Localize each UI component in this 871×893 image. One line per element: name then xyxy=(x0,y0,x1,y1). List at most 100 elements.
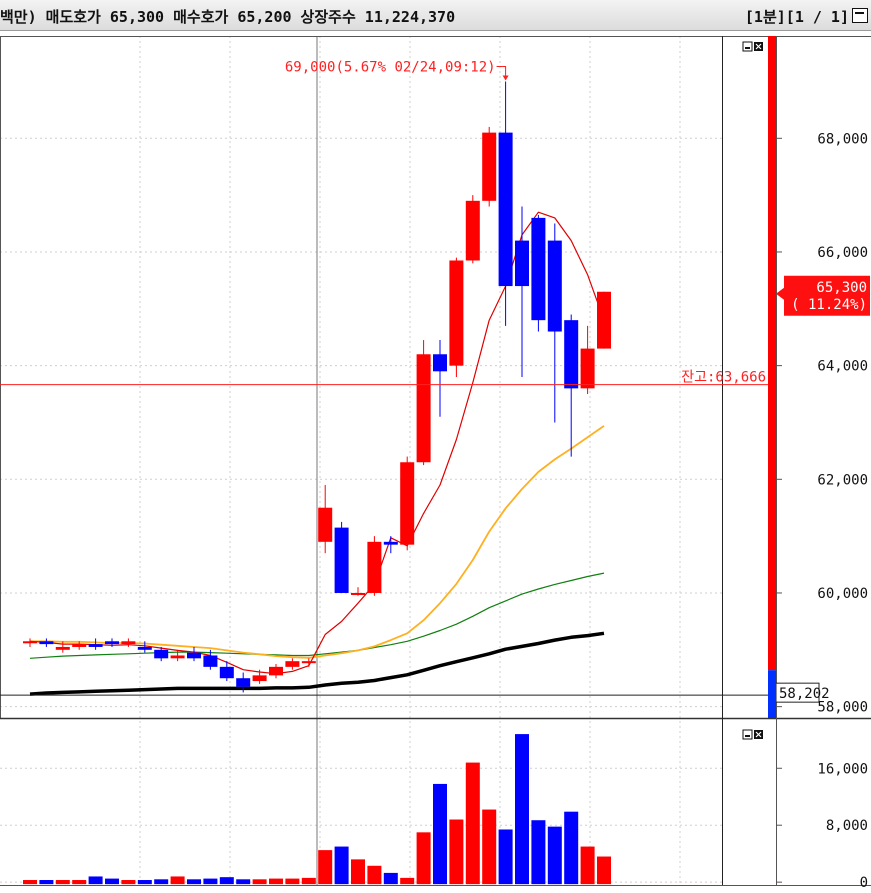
volume-bar xyxy=(383,872,398,885)
volume-bar xyxy=(482,809,497,885)
candle-body xyxy=(367,541,382,593)
candle-body xyxy=(531,217,546,321)
price-tick-label: 66,000 xyxy=(817,245,868,261)
volume-bar xyxy=(367,865,382,885)
price-tick-label: 60,000 xyxy=(817,586,868,602)
price-panel-minimize-icon xyxy=(742,41,753,52)
volume-bar xyxy=(121,880,136,885)
candle-body xyxy=(88,644,103,647)
balance-label: 잔고:63,666 xyxy=(681,370,766,386)
quote-info-text: 백만) 매도호가 65,300 매수호가 65,200 상장주수 11,224,… xyxy=(0,8,456,26)
volume-bar xyxy=(400,877,415,885)
price-axis: 68,000 66,000 64,000 62,000 60,000 58,000 16,0… xyxy=(776,131,868,891)
period-page-indicator[interactable]: [1분][1 / 1] xyxy=(745,6,849,27)
candle-body xyxy=(121,641,136,645)
minimize-glyph xyxy=(745,735,750,737)
candle-body xyxy=(564,320,579,389)
minimize-glyph xyxy=(745,47,750,49)
candle-body xyxy=(137,646,152,650)
volume-bar xyxy=(433,783,447,885)
current-price-label: 65,300 xyxy=(816,280,867,296)
volume-tick-label: 8,000 xyxy=(826,818,868,834)
volume-bar xyxy=(564,811,579,885)
max-annotation-arrowhead xyxy=(502,75,509,81)
candle-body xyxy=(219,666,234,679)
volume-bar xyxy=(285,878,300,885)
volume-bar xyxy=(252,879,267,885)
chart-frame xyxy=(0,36,871,886)
candle-body xyxy=(236,678,251,687)
chart-overlay: 잔고:63,66669,000(5.67% 02/24,09:12)58,202… xyxy=(0,36,870,740)
volume-bar xyxy=(39,880,54,885)
volume-bar xyxy=(416,832,431,885)
max-price-annotation: 69,000(5.67% 02/24,09:12) xyxy=(285,59,496,75)
volume-bar xyxy=(351,859,365,885)
candle-body xyxy=(203,655,218,667)
volume-bar xyxy=(515,734,529,885)
volume-bar xyxy=(597,856,611,885)
candle-body xyxy=(55,646,70,650)
volume-bar xyxy=(498,829,513,885)
candle-body xyxy=(269,666,283,676)
candle-body xyxy=(72,644,87,647)
volume-bar xyxy=(105,878,119,885)
candle-body xyxy=(597,291,611,349)
candle-body xyxy=(433,354,447,372)
price-tick-label: 62,000 xyxy=(817,472,868,488)
volume-bar xyxy=(219,877,234,885)
price-tick-label: 68,000 xyxy=(817,131,868,147)
volume-bar xyxy=(55,880,70,885)
candle-body xyxy=(285,661,300,667)
candle-body xyxy=(301,661,316,664)
volume-bar xyxy=(580,846,595,885)
candle-body xyxy=(416,354,431,463)
volume-bar xyxy=(269,878,283,885)
candle-body xyxy=(23,641,37,644)
volume-bar xyxy=(88,876,103,885)
price-tick-label: 58,000 xyxy=(817,700,868,716)
candle-body xyxy=(400,462,415,545)
chart-header-bar: 백만) 매도호가 65,300 매수호가 65,200 상장주수 11,224,… xyxy=(0,0,871,31)
candle-body xyxy=(465,200,480,261)
candle-body xyxy=(170,655,185,659)
volume-bar xyxy=(236,879,251,885)
volume-bar xyxy=(465,762,480,885)
volume-bar xyxy=(187,879,201,885)
volume-bar xyxy=(23,880,37,885)
volume-bar xyxy=(318,850,333,885)
candle-body xyxy=(498,132,513,287)
volume-bar xyxy=(334,846,349,885)
volume-bar xyxy=(547,826,562,885)
volume-tick-label: 16,000 xyxy=(817,761,868,777)
candle-body xyxy=(252,675,267,682)
candle-body xyxy=(105,641,119,645)
scale-bar-red xyxy=(768,36,776,671)
stock-chart[interactable]: 잔고:63,66669,000(5.67% 02/24,09:12)58,202… xyxy=(0,30,871,893)
grid-lines xyxy=(0,36,722,885)
candle-body xyxy=(351,592,365,595)
volume-panel-minimize-icon xyxy=(742,729,753,740)
candle-body xyxy=(39,641,54,645)
volume-bar xyxy=(301,877,316,885)
candle-body xyxy=(482,132,497,201)
candle-body xyxy=(580,348,595,389)
current-change-label: ( 11.24%) xyxy=(791,297,867,313)
volume-bar xyxy=(203,878,218,885)
volume-bar xyxy=(137,880,152,885)
candle-body xyxy=(318,507,333,542)
candle-body xyxy=(187,652,201,659)
candle-body xyxy=(154,649,169,659)
volume-bar xyxy=(72,880,87,885)
volume-bar xyxy=(170,876,185,885)
volume-bar xyxy=(154,879,169,885)
price-tick-label: 64,000 xyxy=(817,359,868,375)
candle-body xyxy=(383,541,398,545)
candle-body xyxy=(515,240,529,287)
candle-body xyxy=(449,260,464,366)
candle-body xyxy=(547,240,562,332)
window-icon[interactable] xyxy=(852,8,868,23)
scale-bar-blue xyxy=(768,670,776,718)
volume-bar xyxy=(531,820,546,885)
volume-bar xyxy=(449,819,464,885)
candle-body xyxy=(334,527,349,593)
